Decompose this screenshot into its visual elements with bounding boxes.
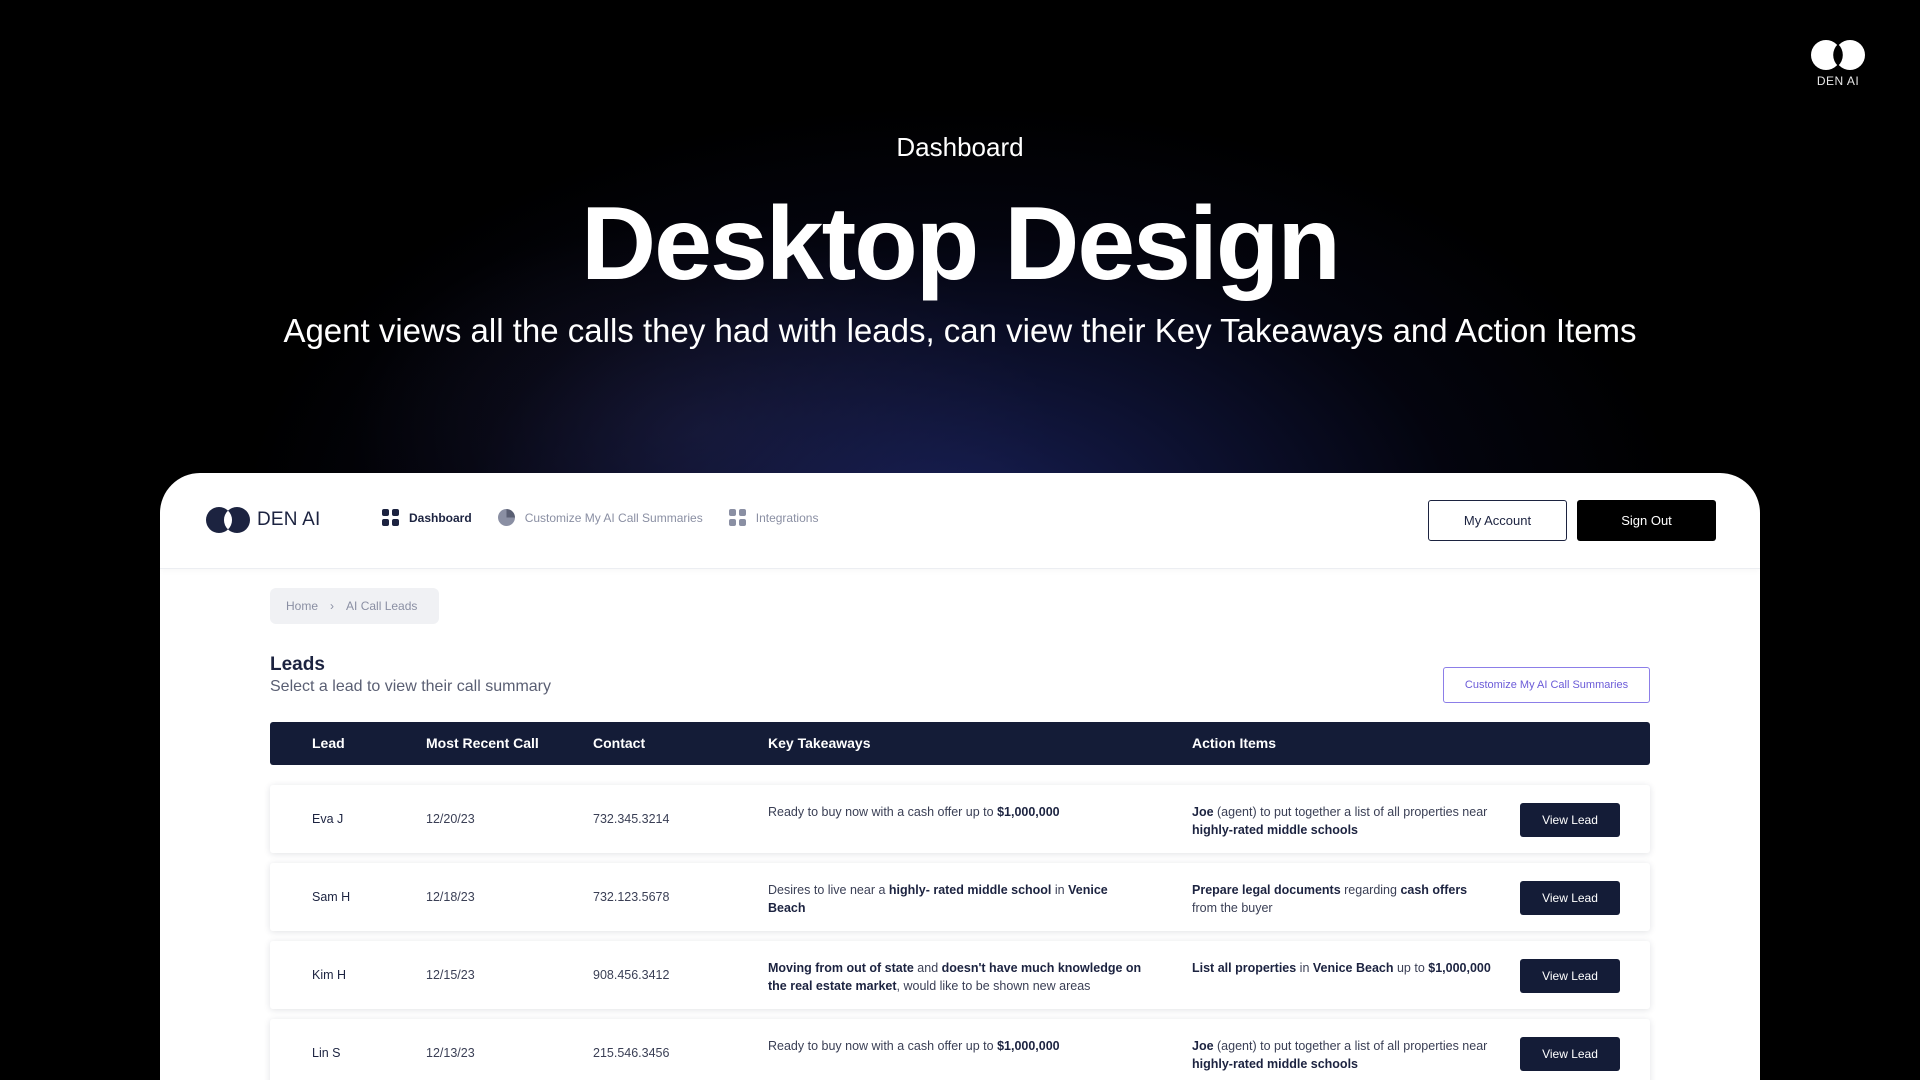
grid-icon — [382, 509, 399, 526]
table-header: Lead Most Recent Call Contact Key Takeaw… — [270, 722, 1650, 765]
nav-item-label: Dashboard — [409, 510, 472, 525]
table-row[interactable]: Lin S 12/13/23 215.546.3456 Ready to buy no… — [270, 1019, 1650, 1080]
view-lead-button[interactable]: View Lead — [1520, 803, 1620, 837]
action-segment: Joe — [1192, 1039, 1214, 1053]
den-ai-logo-icon — [1811, 40, 1865, 70]
call-date: 12/18/23 — [426, 890, 475, 904]
table-row[interactable]: Kim H 12/15/23 908.456.3412 Moving from out… — [270, 941, 1650, 1009]
action-items-text: Prepare legal documents regarding cash o… — [1192, 881, 1492, 917]
column-header-most-recent-call: Most Recent Call — [426, 735, 539, 751]
contact-phone: 732.345.3214 — [593, 812, 670, 826]
breadcrumb-home[interactable]: Home — [286, 599, 318, 613]
key-takeaways-text: Desires to live near a highly- rated mid… — [768, 881, 1148, 917]
column-header-contact: Contact — [593, 735, 646, 751]
sign-out-button[interactable]: Sign Out — [1577, 500, 1716, 541]
page-title: Leads — [270, 654, 325, 675]
takeaway-segment: Desires to live near a — [768, 883, 889, 897]
action-segment: cash offers — [1400, 883, 1468, 897]
action-segment: up to — [1393, 961, 1429, 975]
action-segment: highly-rated middle schools — [1192, 823, 1358, 837]
action-segment: Venice Beach — [1312, 961, 1394, 975]
action-segment: Prepare legal documents — [1192, 883, 1341, 897]
breadcrumb-current[interactable]: AI Call Leads — [346, 599, 417, 613]
table-row[interactable]: Sam H 12/18/23 732.123.5678 Desires to live… — [270, 863, 1650, 931]
nav-item-label: Integrations — [755, 510, 819, 525]
app-window: DEN AI Dashboard Customize My AI Call Su… — [160, 473, 1760, 1080]
lead-name: Sam H — [312, 890, 351, 904]
chevron-right-icon: › — [330, 599, 335, 613]
takeaway-segment: $1,000,000 — [997, 805, 1060, 819]
lead-name: Eva J — [312, 812, 344, 826]
call-date: 12/20/23 — [426, 812, 475, 826]
call-date: 12/15/23 — [426, 968, 475, 982]
takeaway-segment: Ready to buy now with a cash offer up to — [768, 1039, 998, 1053]
key-takeaways-text: Ready to buy now with a cash offer up to… — [768, 803, 1148, 821]
nav-item-label: Customize My AI Call Summaries — [524, 510, 703, 525]
den-ai-logo-icon — [206, 507, 250, 533]
hero-title: Desktop Design — [581, 186, 1341, 302]
action-segment: from the buyer — [1192, 901, 1273, 915]
nav-item-dashboard[interactable]: Dashboard — [382, 509, 472, 526]
action-segment: List all properties — [1192, 961, 1297, 975]
my-account-button[interactable]: My Account — [1428, 500, 1567, 541]
hero-eyebrow: Dashboard — [896, 132, 1024, 162]
call-date: 12/13/23 — [426, 1046, 475, 1060]
takeaway-segment: $1,000,000 — [997, 1039, 1060, 1053]
action-segment: (agent) to put together a list of all pr… — [1213, 805, 1488, 819]
takeaway-segment: Moving from out of state — [768, 961, 914, 975]
contact-phone: 732.123.5678 — [593, 890, 670, 904]
takeaway-segment: Ready to buy now with a cash offer up to — [768, 805, 998, 819]
page-subtitle: Select a lead to view their call summary — [270, 678, 551, 695]
grid-icon — [728, 509, 746, 526]
top-navigation-bar: DEN AI Dashboard Customize My AI Call Su… — [160, 473, 1760, 569]
customize-summaries-button[interactable]: Customize My AI Call Summaries — [1443, 667, 1650, 703]
nav-item-integrations[interactable]: Integrations — [728, 509, 819, 526]
action-segment: (agent) to put together a list of all pr… — [1213, 1039, 1488, 1053]
key-takeaways-text: Moving from out of state and doesn't hav… — [768, 959, 1148, 995]
contact-phone: 908.456.3412 — [593, 968, 670, 982]
breadcrumb: Home › AI Call Leads — [270, 588, 440, 624]
column-header-action-items: Action Items — [1192, 735, 1277, 751]
view-lead-button[interactable]: View Lead — [1520, 959, 1620, 993]
nav-item-customize-summaries[interactable]: Customize My AI Call Summaries — [497, 509, 703, 526]
view-lead-button[interactable]: View Lead — [1520, 1037, 1620, 1071]
takeaway-segment: and — [913, 961, 942, 975]
takeaway-segment: in — [1051, 883, 1069, 897]
action-segment: in — [1296, 961, 1313, 975]
app-logo-text: DEN AI — [257, 509, 321, 530]
action-segment: regarding — [1340, 883, 1401, 897]
action-items-text: List all properties in Venice Beach up t… — [1192, 959, 1492, 977]
lead-name: Kim H — [312, 968, 347, 982]
lead-name: Lin S — [312, 1046, 341, 1060]
corner-brand-text: DEN AI — [1816, 74, 1860, 88]
table-row[interactable]: Eva J 12/20/23 732.345.3214 Ready to buy no… — [270, 785, 1650, 853]
app-logo[interactable]: DEN AI — [205, 506, 321, 534]
contact-phone: 215.546.3456 — [593, 1046, 670, 1060]
view-lead-button[interactable]: View Lead — [1520, 881, 1620, 915]
column-header-key-takeaways: Key Takeaways — [768, 735, 871, 751]
action-segment: $1,000,000 — [1428, 961, 1491, 975]
action-items-text: Joe (agent) to put together a list of al… — [1192, 1037, 1492, 1073]
action-items-text: Joe (agent) to put together a list of al… — [1192, 803, 1492, 839]
key-takeaways-text: Ready to buy now with a cash offer up to… — [768, 1037, 1148, 1055]
pie-chart-icon — [497, 509, 515, 526]
action-segment: highly-rated middle schools — [1192, 1057, 1358, 1071]
main-nav: Dashboard Customize My AI Call Summaries… — [382, 509, 844, 526]
takeaway-segment: highly- rated middle school — [888, 883, 1052, 897]
column-header-lead: Lead — [312, 735, 345, 751]
action-segment: Joe — [1192, 805, 1214, 819]
takeaway-segment: , would like to be shown new areas — [896, 979, 1091, 993]
leads-table-body: Eva J 12/20/23 732.345.3214 Ready to buy no… — [270, 785, 1650, 1080]
hero-subtitle: Agent views all the calls they had with … — [283, 312, 1637, 349]
corner-brand: DEN AI — [1802, 38, 1874, 88]
